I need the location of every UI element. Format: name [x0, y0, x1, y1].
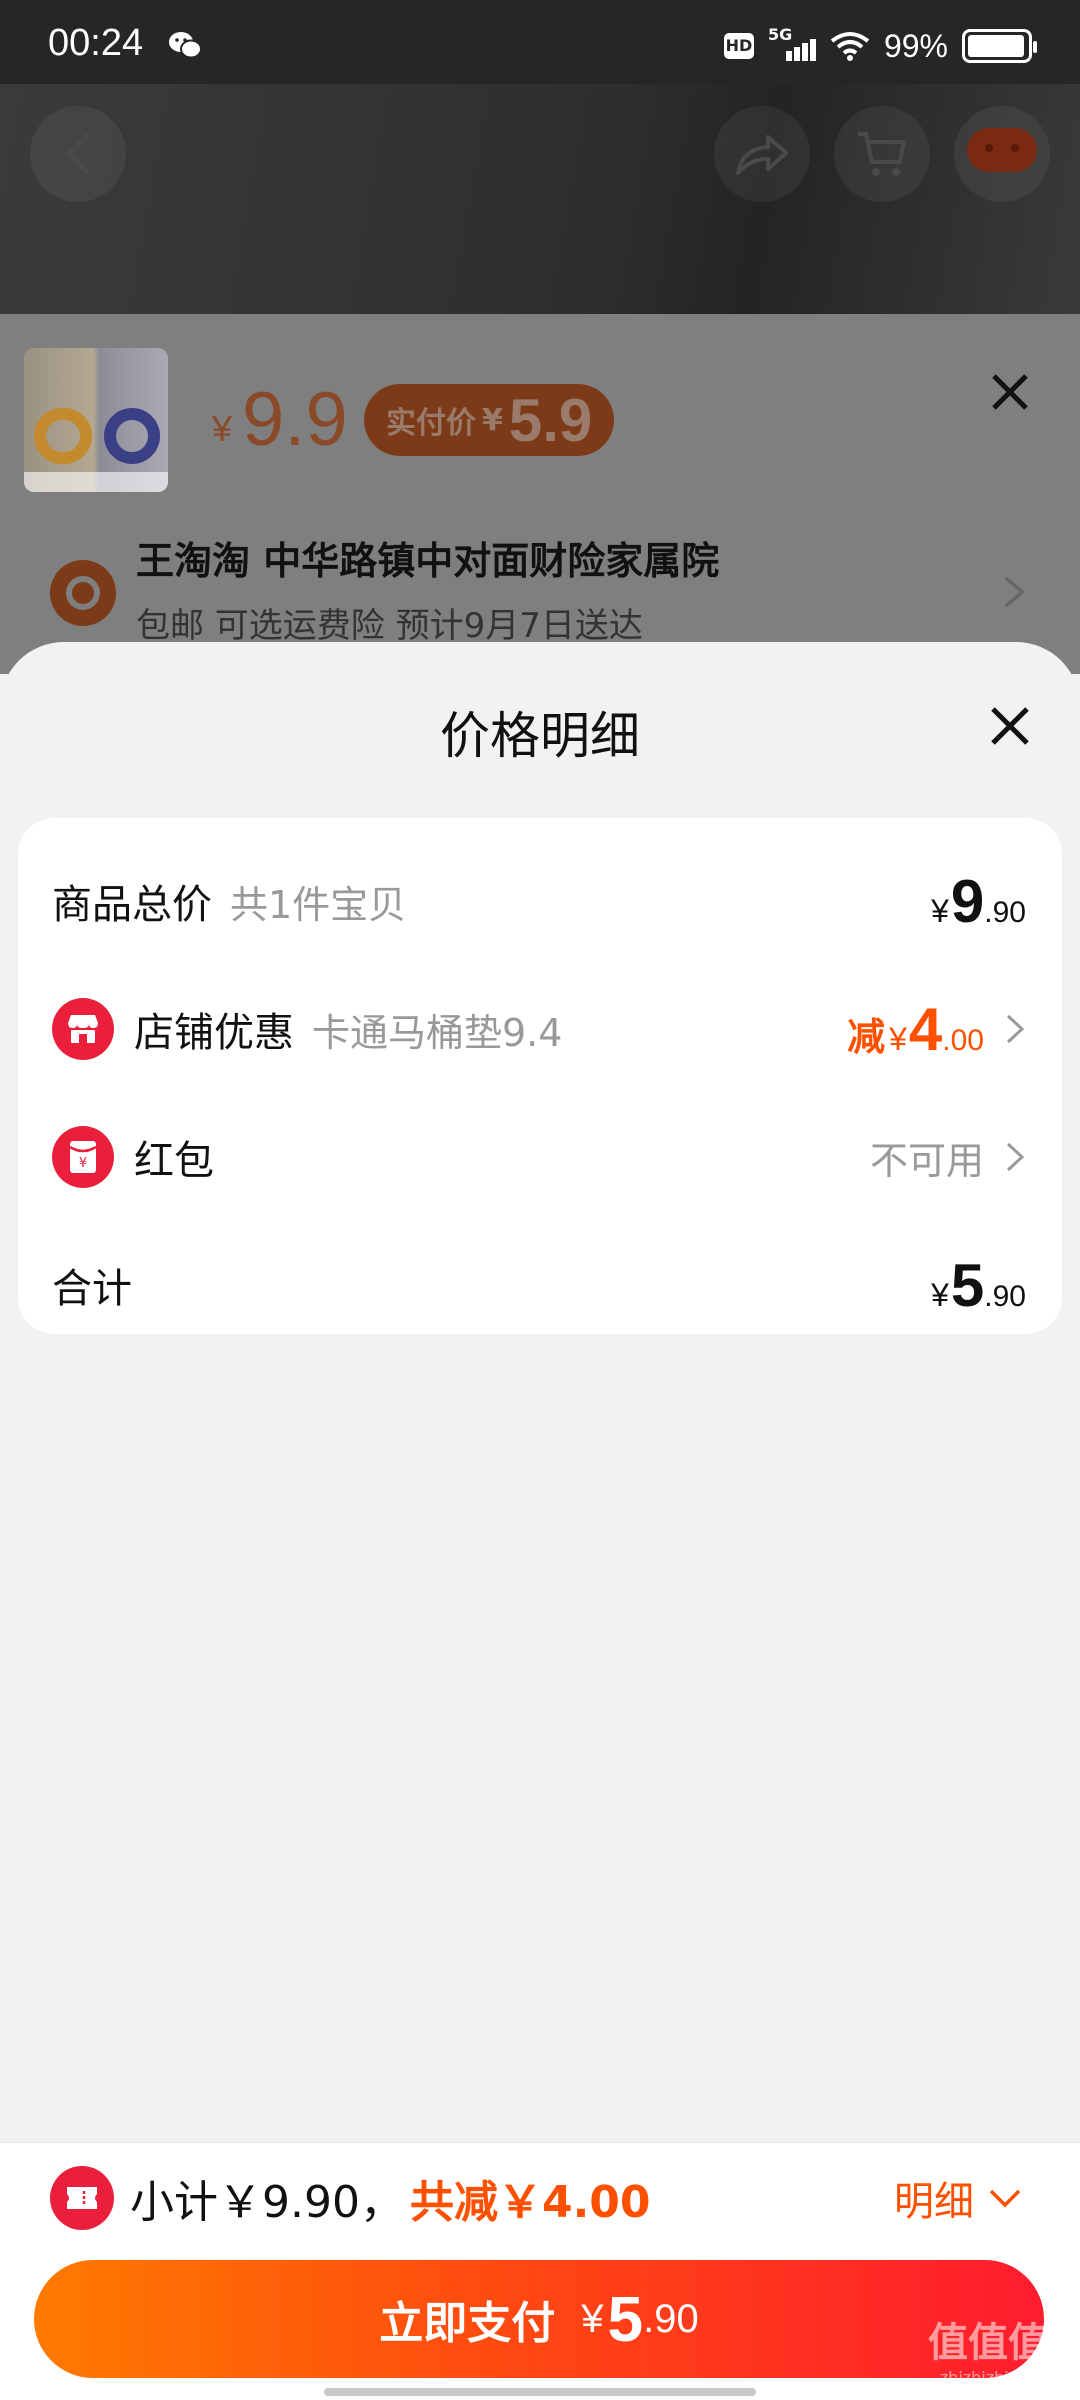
- pay-now-button[interactable]: 立即支付 ¥ 5 .90: [34, 2260, 1044, 2378]
- subtotal-text: 小计￥9.90，: [130, 2177, 404, 2228]
- pay-symbol: ¥: [581, 2296, 604, 2341]
- store-discount-label: 店铺优惠: [134, 1010, 294, 1056]
- store-discount-desc: 卡通马桶垫9.4: [312, 1010, 563, 1055]
- price-symbol: ¥: [212, 408, 233, 449]
- close-icon[interactable]: [990, 372, 1030, 412]
- store-discount-amount: 减 ¥ 4 .00: [847, 995, 1026, 1064]
- store-icon: [52, 998, 114, 1060]
- total-amount: ¥ 5 .90: [931, 1251, 1026, 1319]
- back-button[interactable]: [30, 106, 126, 202]
- signal-5g-icon: 5G: [768, 25, 816, 63]
- chevron-right-icon[interactable]: [1002, 574, 1026, 610]
- goods-count: 共1件宝贝: [230, 882, 407, 927]
- pay-amount-dec: .90: [643, 2296, 699, 2341]
- more-button[interactable]: [954, 106, 1050, 202]
- svg-text:¥: ¥: [79, 1156, 87, 1171]
- delivery-info: 包邮 可选运费险 预计9月7日送达: [136, 606, 643, 646]
- network-type: 5G: [767, 25, 793, 44]
- watermark: 值值值 zhizhizhi.com: [928, 2320, 1048, 2387]
- battery-icon: [962, 29, 1037, 63]
- real-pay-symbol: ¥: [482, 402, 503, 438]
- chevron-right-icon: [1006, 1142, 1025, 1172]
- store-discount-row[interactable]: 店铺优惠 卡通马桶垫9.4 减 ¥ 4 .00: [18, 984, 1062, 1074]
- goods-total-amount: ¥ 9 .90: [931, 867, 1026, 935]
- product-image-area: [0, 84, 1080, 314]
- battery-percent: 99%: [883, 27, 948, 64]
- total-label: 合计: [52, 1266, 132, 1312]
- saved-text: 共减￥4.00: [409, 2177, 651, 2228]
- red-packet-row[interactable]: ¥ 红包 不可用: [18, 1112, 1062, 1202]
- address-name[interactable]: 王淘淘 中华路镇中对面财险家属院: [136, 530, 719, 585]
- product-thumbnail: [24, 348, 168, 492]
- price-detail-card: 商品总价 共1件宝贝 ¥ 9 .90 店铺优惠 卡通马桶垫9.4 减 ¥ 4 .…: [18, 818, 1062, 1334]
- product-price: 9.9: [242, 377, 348, 462]
- share-button[interactable]: [714, 106, 810, 202]
- wifi-icon: [830, 32, 870, 61]
- red-packet-status-group: 不可用: [870, 1130, 1026, 1185]
- location-icon: [50, 560, 116, 626]
- pay-label: 立即支付: [379, 2298, 556, 2349]
- more-icon: [967, 128, 1037, 172]
- total-row: 合计 ¥ 5 .90: [18, 1240, 1062, 1330]
- chevron-down-icon: [989, 2189, 1021, 2208]
- detail-toggle[interactable]: 明细: [894, 2166, 1022, 2230]
- hd-icon: HD: [723, 33, 754, 59]
- close-icon[interactable]: [988, 704, 1032, 748]
- status-indicators: HD 5G 99%: [723, 25, 1037, 66]
- share-icon: [736, 135, 788, 175]
- status-bar: 00:24 HD 5G 99%: [0, 0, 1080, 84]
- red-packet-label: 红包: [134, 1138, 214, 1184]
- cart-icon: [858, 132, 906, 176]
- cart-button[interactable]: [834, 106, 930, 202]
- goods-total-label: 商品总价: [52, 882, 212, 928]
- sheet-title: 价格明细: [440, 707, 640, 765]
- coupon-icon: [50, 2166, 114, 2230]
- goods-total-row: 商品总价 共1件宝贝 ¥ 9 .90: [18, 856, 1062, 946]
- real-pay-badge: 实付价 ¥ 5.9: [364, 384, 615, 456]
- real-pay-label: 实付价: [386, 406, 476, 441]
- status-time: 00:24: [48, 22, 144, 64]
- subtotal-summary: 小计￥9.90， 共减￥4.00: [130, 2166, 651, 2230]
- red-packet-icon: ¥: [52, 1126, 114, 1188]
- chevron-right-icon: [1006, 1014, 1025, 1044]
- wechat-icon: [169, 32, 202, 59]
- pay-amount-int: 5: [607, 2283, 644, 2355]
- real-pay-amount: 5.9: [508, 386, 593, 454]
- home-indicator[interactable]: [324, 2388, 756, 2396]
- red-packet-status: 不可用: [869, 1138, 984, 1183]
- back-icon: [65, 133, 90, 175]
- detail-label: 明细: [894, 2179, 974, 2225]
